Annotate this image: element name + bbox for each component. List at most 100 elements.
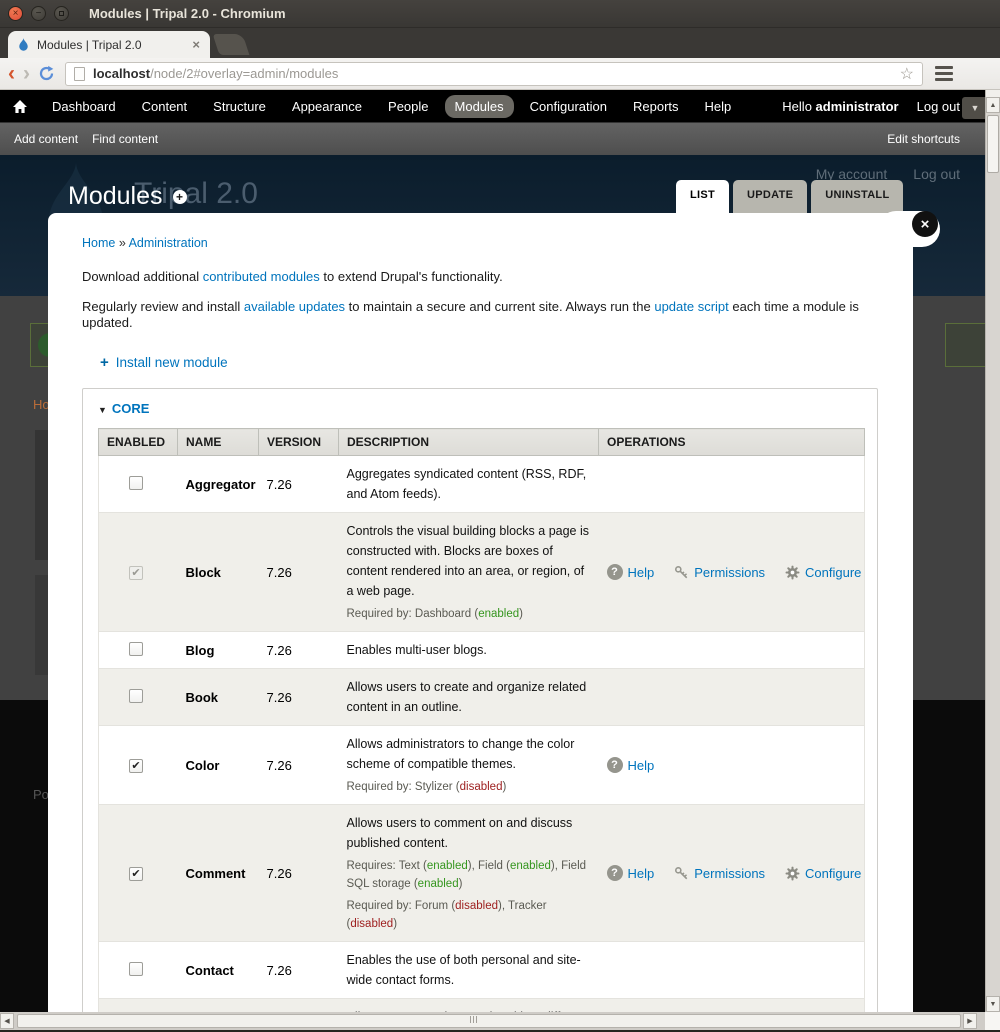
- admin-menu-item-configuration[interactable]: Configuration: [520, 95, 617, 118]
- text-segment: Required by: Stylizer (: [347, 781, 460, 793]
- scroll-down-icon[interactable]: ▼: [986, 996, 1000, 1012]
- window-buttons: × −: [8, 6, 69, 21]
- admin-menu-item-structure[interactable]: Structure: [203, 95, 276, 118]
- bad-status: disabled: [455, 900, 498, 912]
- description-text: Controls the visual building blocks a pa…: [347, 521, 591, 601]
- admin-menu-item-modules[interactable]: Modules: [445, 95, 514, 118]
- col-version: VERSION: [259, 429, 339, 456]
- configure-label: Configure: [805, 565, 861, 580]
- breadcrumb-separator: »: [115, 236, 128, 250]
- key-icon: [674, 565, 689, 580]
- url-bar[interactable]: localhost /node/2#overlay=admin/modules …: [65, 62, 923, 86]
- forward-button-icon[interactable]: ›: [23, 63, 30, 84]
- breadcrumb-administration-link[interactable]: Administration: [129, 236, 208, 250]
- overlay-close-button[interactable]: ×: [912, 211, 938, 237]
- book-checkbox[interactable]: [129, 689, 143, 703]
- description-text: Allows administrators to change the colo…: [347, 734, 591, 774]
- tab-close-icon[interactable]: ×: [190, 37, 202, 52]
- scrollbar-corner: [985, 1012, 1000, 1030]
- text-segment: Required by: Forum (: [347, 900, 456, 912]
- text-segment: to extend Drupal's functionality.: [320, 269, 503, 284]
- text-segment: to maintain a secure and current site. A…: [345, 299, 654, 314]
- vertical-scrollbar[interactable]: ▲ ▼: [985, 90, 1000, 1012]
- username[interactable]: administrator: [816, 99, 899, 114]
- tab-update[interactable]: UPDATE: [733, 180, 807, 213]
- configure-link[interactable]: Configure: [785, 565, 861, 580]
- window-minimize-button[interactable]: −: [31, 6, 46, 21]
- help-link[interactable]: ?Help: [607, 757, 655, 773]
- admin-menu-item-dashboard[interactable]: Dashboard: [42, 95, 126, 118]
- browser-window: × − Modules | Tripal 2.0 - Chromium Modu…: [0, 0, 1000, 1032]
- module-name: Block: [178, 513, 259, 632]
- page-title: Modules +: [68, 182, 187, 211]
- reload-icon[interactable]: [38, 65, 55, 82]
- tab-list[interactable]: LIST: [676, 180, 729, 213]
- enabled-cell: [99, 669, 178, 726]
- window-maximize-button[interactable]: [54, 6, 69, 21]
- module-description: Enables the use of both personal and sit…: [339, 942, 599, 999]
- logout-link[interactable]: Log out: [917, 99, 960, 114]
- module-name: Content translation: [178, 999, 259, 1013]
- blog-checkbox[interactable]: [129, 642, 143, 656]
- ok-status: enabled: [478, 608, 519, 620]
- shortcut-find-content[interactable]: Find content: [92, 132, 158, 146]
- dependency-note: Required by: Forum (disabled), Tracker (…: [347, 897, 591, 933]
- operations-cell: [599, 942, 865, 999]
- configure-link[interactable]: Configure: [785, 866, 861, 881]
- scroll-right-icon[interactable]: ▶: [963, 1013, 977, 1029]
- col-description: DESCRIPTION: [339, 429, 599, 456]
- description-text: Enables multi-user blogs.: [347, 640, 591, 660]
- browser-menu-icon[interactable]: [931, 62, 957, 85]
- dimmed-block: [35, 575, 48, 675]
- admin-menu-item-appearance[interactable]: Appearance: [282, 95, 372, 118]
- core-fieldset-legend[interactable]: ▼CORE: [98, 401, 862, 416]
- enabled-cell: [99, 999, 178, 1013]
- modules-overlay: Home » Administration Download additiona…: [48, 213, 913, 1012]
- bookmark-star-icon[interactable]: ☆: [900, 64, 914, 84]
- module-name: Color: [178, 726, 259, 805]
- operations-cell: ?Help: [599, 726, 865, 805]
- help-link[interactable]: ?Help: [607, 865, 655, 881]
- horizontal-scrollbar-thumb[interactable]: [17, 1014, 961, 1028]
- overlay-tabs: LISTUPDATEUNINSTALL: [676, 180, 903, 213]
- home-icon[interactable]: [12, 99, 28, 114]
- dimmed-home-link: Home: [33, 397, 49, 412]
- vertical-scrollbar-thumb[interactable]: [987, 115, 999, 173]
- admin-menu-item-people[interactable]: People: [378, 95, 438, 118]
- contextual-plus-icon[interactable]: +: [173, 190, 187, 204]
- module-description: Controls the visual building blocks a pa…: [339, 513, 599, 632]
- aggregator-checkbox[interactable]: [129, 476, 143, 490]
- enabled-cell: [99, 632, 178, 669]
- back-button-icon[interactable]: ‹: [8, 63, 15, 84]
- new-tab-button[interactable]: [213, 34, 250, 55]
- admin-menu-item-content[interactable]: Content: [132, 95, 198, 118]
- module-row-block: Block7.26Controls the visual building bl…: [99, 513, 865, 632]
- contributed-modules-link[interactable]: contributed modules: [203, 269, 320, 284]
- scroll-up-icon[interactable]: ▲: [986, 97, 1000, 113]
- permissions-link[interactable]: Permissions: [674, 565, 765, 580]
- breadcrumb-home-link[interactable]: Home: [82, 236, 115, 250]
- module-row-content-translation: Content translation7.26Allows content to…: [99, 999, 865, 1013]
- module-version: 7.26: [259, 456, 339, 513]
- update-script-link[interactable]: update script: [654, 299, 728, 314]
- shortcut-add-content[interactable]: Add content: [14, 132, 78, 146]
- help-link[interactable]: ?Help: [607, 564, 655, 580]
- logout-link-page[interactable]: Log out: [913, 166, 960, 182]
- tab-uninstall[interactable]: UNINSTALL: [811, 180, 903, 213]
- color-checkbox[interactable]: [129, 759, 143, 773]
- block-checkbox[interactable]: [129, 566, 143, 580]
- permissions-link[interactable]: Permissions: [674, 866, 765, 881]
- horizontal-scrollbar[interactable]: ◀ ▶: [0, 1012, 985, 1030]
- window-close-button[interactable]: ×: [8, 6, 23, 21]
- browser-tab[interactable]: Modules | Tripal 2.0 ×: [8, 31, 210, 58]
- available-updates-link[interactable]: available updates: [244, 299, 345, 314]
- admin-menu-item-reports[interactable]: Reports: [623, 95, 689, 118]
- ok-status: enabled: [418, 878, 459, 890]
- contact-checkbox[interactable]: [129, 962, 143, 976]
- comment-checkbox[interactable]: [129, 867, 143, 881]
- admin-menu-item-help[interactable]: Help: [695, 95, 742, 118]
- scroll-left-icon[interactable]: ◀: [0, 1013, 14, 1029]
- install-new-module-link[interactable]: + Install new module: [100, 355, 913, 370]
- edit-shortcuts-link[interactable]: Edit shortcuts: [887, 132, 960, 146]
- module-version: 7.26: [259, 726, 339, 805]
